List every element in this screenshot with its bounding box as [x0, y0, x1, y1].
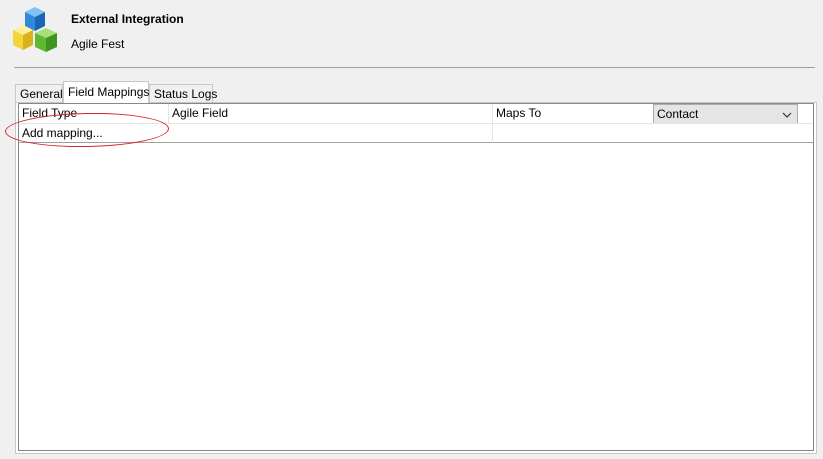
maps-to-cell[interactable]	[493, 124, 813, 143]
header-divider	[14, 67, 815, 68]
tab-status-logs[interactable]: Status Logs	[149, 84, 217, 102]
page-title: External Integration	[71, 12, 184, 26]
chevron-down-icon[interactable]	[782, 111, 792, 119]
tab-field-mappings[interactable]: Field Mappings	[63, 81, 149, 103]
tab-general[interactable]: General	[15, 84, 63, 102]
column-header-agile-field[interactable]: Agile Field	[169, 104, 493, 123]
column-header-maps-to[interactable]: Maps To	[493, 104, 653, 123]
maps-to-select[interactable]: Contact	[653, 104, 798, 124]
integration-cubes-icon	[13, 7, 57, 52]
page-subtitle: Agile Fest	[71, 37, 125, 51]
field-mappings-panel: Field Type Agile Field Maps To Contact A…	[15, 102, 817, 454]
maps-to-select-value: Contact	[657, 107, 699, 121]
mappings-grid: Field Type Agile Field Maps To Contact A…	[18, 103, 814, 451]
